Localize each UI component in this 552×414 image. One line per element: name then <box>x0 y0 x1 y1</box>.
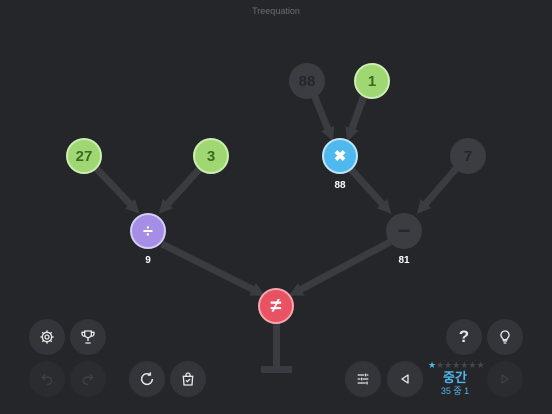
redo-button[interactable] <box>70 361 106 397</box>
next-level-button[interactable] <box>487 361 523 397</box>
restart-icon <box>140 372 154 386</box>
leaf-7[interactable]: 7 <box>450 138 486 174</box>
restart-button[interactable] <box>129 361 165 397</box>
settings-button[interactable] <box>29 319 65 355</box>
level-progress: 35 중 1 <box>440 386 470 396</box>
star-filled-icon: ★ <box>428 360 437 370</box>
leaf-3[interactable]: 3 <box>193 138 229 174</box>
undo-button[interactable] <box>29 361 65 397</box>
bag-icon <box>182 372 194 386</box>
edge-divide-root <box>160 240 266 296</box>
hint-icon <box>500 330 510 344</box>
undo-icon <box>41 373 53 385</box>
leaf-1[interactable]: 1 <box>354 63 390 99</box>
level-indicator: ★★★★★★★ 중간 35 중 1 <box>428 360 485 397</box>
star-empty-icon: ★ <box>476 360 485 370</box>
edge-subtract-root <box>288 238 392 296</box>
sliders-icon <box>357 373 369 385</box>
trophy-button[interactable] <box>70 319 106 355</box>
subtract-result: 81 <box>398 255 410 266</box>
difficulty-label: 중간 <box>443 370 467 385</box>
gear-icon <box>40 330 54 344</box>
multiply-result: 88 <box>334 180 346 191</box>
edge-27-divide <box>89 161 140 214</box>
divide-result: 9 <box>145 255 151 266</box>
help-button[interactable]: ? <box>446 319 482 355</box>
prev-icon <box>401 374 409 384</box>
star-empty-icon: ★ <box>436 360 445 370</box>
root-base <box>261 366 292 373</box>
root-stem <box>273 322 280 370</box>
edge-7-subtract <box>416 161 463 215</box>
game-board: Treequation 27 3 88 1 7 ÷ 9 ✖ 88 − 81 ≠ <box>0 0 552 414</box>
difficulty-stars: ★★★★★★★ <box>428 360 485 370</box>
divide-operator[interactable]: ÷ <box>130 213 166 249</box>
leaf-88[interactable]: 88 <box>289 63 325 99</box>
leaf-27[interactable]: 27 <box>66 138 102 174</box>
level-select-button[interactable] <box>345 361 381 397</box>
previous-level-button[interactable] <box>387 361 423 397</box>
next-icon <box>501 374 509 384</box>
multiply-operator[interactable]: ✖ <box>322 138 358 174</box>
trophy-icon <box>81 330 95 344</box>
shop-button[interactable] <box>170 361 206 397</box>
redo-icon <box>82 373 94 385</box>
edge-3-divide <box>158 161 207 214</box>
subtract-operator[interactable]: − <box>386 213 422 249</box>
help-icon: ? <box>458 327 470 346</box>
root-operator[interactable]: ≠ <box>258 288 294 324</box>
hint-button[interactable] <box>487 319 523 355</box>
